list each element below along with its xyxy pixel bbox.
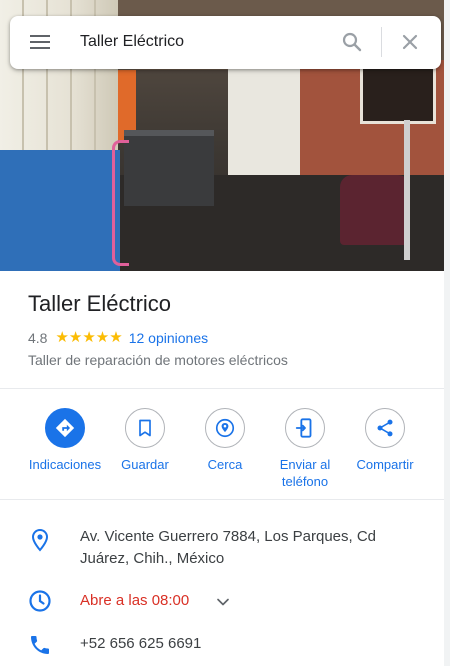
- reviews-link[interactable]: 12 opiniones: [129, 328, 208, 348]
- share-label: Compartir: [356, 457, 414, 472]
- close-icon[interactable]: [398, 30, 422, 54]
- place-category[interactable]: Taller de reparación de motores eléctric…: [28, 350, 288, 370]
- divider: [0, 388, 444, 389]
- rating-stars: ★★★★★: [55, 329, 123, 346]
- directions-icon: [55, 418, 75, 438]
- send-to-phone-button[interactable]: Enviar al teléfono: [265, 408, 345, 490]
- photo-doorway: [228, 65, 300, 175]
- menu-icon[interactable]: [30, 34, 50, 50]
- send-to-phone-icon: [295, 418, 312, 438]
- photo-pink-hose: [112, 140, 129, 266]
- search-icon[interactable]: [340, 30, 364, 54]
- place-title: Taller Eléctrico: [28, 291, 172, 316]
- search-input[interactable]: Taller Eléctrico: [80, 30, 330, 54]
- send-to-phone-label: Enviar al teléfono: [279, 457, 331, 489]
- rating-row: 4.8 ★★★★★ 12 opiniones: [28, 328, 208, 348]
- photo-picture-frame: [360, 62, 436, 124]
- search-box: Taller Eléctrico: [10, 16, 441, 69]
- divider: [0, 499, 444, 500]
- rating-score: 4.8: [28, 330, 48, 346]
- photo-blue-panel: [0, 150, 120, 271]
- photo-armchair: [340, 175, 410, 245]
- share-button[interactable]: Compartir: [345, 408, 425, 473]
- nearby-label: Cerca: [207, 457, 243, 472]
- directions-button[interactable]: Indicaciones: [25, 408, 105, 473]
- chevron-down-icon[interactable]: [213, 592, 233, 612]
- nearby-icon: [215, 418, 235, 438]
- scrollbar-track[interactable]: [444, 0, 450, 666]
- search-divider: [381, 27, 382, 57]
- photo-desk: [124, 130, 214, 206]
- photo-lamp: [404, 120, 410, 260]
- bookmark-icon: [139, 419, 151, 437]
- hours-status[interactable]: Abre a las 08:00: [80, 591, 189, 611]
- nearby-button[interactable]: Cerca: [185, 408, 265, 473]
- save-label: Guardar: [121, 457, 169, 472]
- directions-label: Indicaciones: [28, 457, 102, 472]
- address-text[interactable]: Av. Vicente Guerrero 7884, Los Parques, …: [80, 526, 420, 570]
- save-button[interactable]: Guardar: [105, 408, 185, 473]
- phone-number[interactable]: +52 656 625 6691: [80, 634, 201, 654]
- share-icon: [377, 419, 393, 437]
- location-pin-icon: [31, 528, 49, 552]
- clock-icon: [29, 590, 51, 612]
- phone-icon: [31, 636, 49, 654]
